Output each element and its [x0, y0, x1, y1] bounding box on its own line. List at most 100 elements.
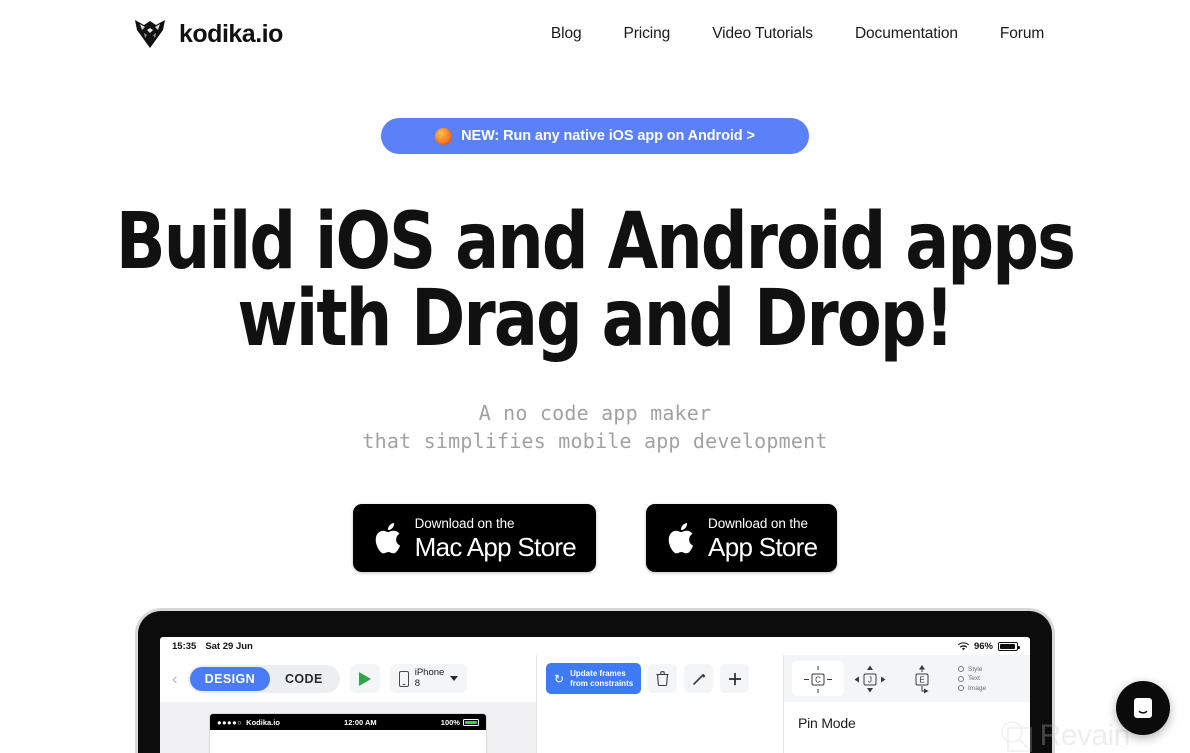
- status-battery-percent: 96%: [973, 640, 993, 652]
- tab-code[interactable]: CODE: [270, 667, 338, 691]
- ipad-device-mockup: 15:35 Sat 29 Jun 96% ‹ DESIGN CODE iPhon…: [135, 608, 1055, 753]
- announcement-banner[interactable]: NEW: Run any native iOS app on Android >: [381, 118, 809, 154]
- device-name-line2: 8: [414, 677, 421, 689]
- preview-time: 12:00 AM: [344, 717, 377, 727]
- brand-name: kodika.io: [179, 19, 283, 48]
- tab-design[interactable]: DESIGN: [189, 666, 270, 691]
- plus-icon: [728, 672, 741, 685]
- nav-item-video-tutorials[interactable]: Video Tutorials: [691, 25, 834, 43]
- radio-label-image: Image: [968, 684, 987, 692]
- update-frames-line1: Update frames: [570, 668, 626, 678]
- nav-item-documentation[interactable]: Documentation: [834, 25, 979, 43]
- announcement-banner-wrap: NEW: Run any native iOS app on Android >: [0, 118, 1190, 154]
- radio-icon: [958, 675, 964, 682]
- nav-item-pricing[interactable]: Pricing: [603, 25, 692, 43]
- status-date: Sat 29 Jun: [205, 640, 253, 652]
- ipad-screen: 15:35 Sat 29 Jun 96% ‹ DESIGN CODE iPhon…: [160, 637, 1030, 753]
- subtitle-line-1: A no code app maker: [478, 400, 712, 425]
- chevron-left-icon[interactable]: ‹: [172, 670, 178, 687]
- editor-left-column: ‹ DESIGN CODE iPhone 8 ●●●●○ Kodika.io 1…: [160, 655, 537, 753]
- constraint-center-button[interactable]: C: [792, 661, 844, 696]
- editor-right-column: C J E Style Text Image Pin Mode: [784, 655, 1030, 753]
- center-constraint-icon: C: [804, 665, 832, 693]
- editor-toolbar: ‹ DESIGN CODE iPhone 8: [160, 655, 536, 702]
- wifi-icon: [957, 641, 969, 650]
- app-store-button[interactable]: Download on the App Store: [646, 504, 838, 573]
- mac-app-store-button[interactable]: Download on the Mac App Store: [352, 504, 597, 573]
- device-selector-label: iPhone 8: [415, 668, 445, 689]
- ios-status-bar: 15:35 Sat 29 Jun 96%: [160, 637, 1030, 655]
- design-canvas[interactable]: ●●●●○ Kodika.io 12:00 AM 100%: [160, 702, 536, 753]
- radio-option-style[interactable]: Style: [958, 666, 986, 673]
- radio-option-text[interactable]: Text: [958, 675, 986, 682]
- signal-dots-icon: ●●●●○: [217, 717, 243, 727]
- subtitle-line-2: that simplifies mobile app development: [362, 429, 828, 454]
- radio-option-image[interactable]: Image: [958, 685, 986, 692]
- package-emoji-icon: [435, 127, 453, 145]
- constraints-toolbar: ↻ Update frames from constraints: [537, 655, 783, 702]
- app-store-text: Download on the App Store: [708, 515, 818, 563]
- status-right-group: 96%: [957, 640, 1020, 652]
- pin-mode-heading: Pin Mode: [798, 715, 856, 731]
- design-code-segmented-control: DESIGN CODE: [187, 664, 340, 693]
- update-frames-button[interactable]: ↻ Update frames from constraints: [546, 663, 642, 694]
- hero-section: Build iOS and Android apps with Drag and…: [0, 203, 1190, 456]
- add-button[interactable]: [720, 664, 750, 693]
- brand-logo-link[interactable]: kodika.io: [133, 17, 283, 51]
- battery-icon: [998, 641, 1020, 651]
- status-time: 15:35: [172, 640, 197, 652]
- magic-wand-button[interactable]: [684, 664, 714, 693]
- apple-logo-icon: [375, 522, 400, 554]
- svg-text:J: J: [868, 675, 872, 684]
- update-frames-label: Update frames from constraints: [570, 669, 633, 689]
- preview-status-bar: ●●●●○ Kodika.io 12:00 AM 100%: [210, 714, 486, 730]
- editor-body: ‹ DESIGN CODE iPhone 8 ●●●●○ Kodika.io 1…: [160, 655, 1030, 753]
- chevron-down-icon: [450, 676, 459, 681]
- page-title: Build iOS and Android apps with Drag and…: [42, 203, 1149, 364]
- justify-constraint-icon: J: [854, 665, 886, 692]
- store-buttons: Download on the Mac App Store Download o…: [0, 504, 1190, 573]
- nav-item-blog[interactable]: Blog: [530, 25, 603, 43]
- edges-constraint-icon: E: [915, 664, 929, 693]
- trash-icon: [656, 671, 669, 686]
- mac-store-small-label: Download on the: [414, 515, 515, 531]
- constraint-justify-button[interactable]: J: [844, 661, 896, 696]
- nav-item-forum[interactable]: Forum: [979, 25, 1065, 43]
- mac-app-store-text: Download on the Mac App Store: [414, 515, 577, 563]
- mac-store-big-label: Mac App Store: [414, 532, 577, 563]
- radio-label-text: Text: [968, 675, 980, 682]
- headline-line-2: with Drag and Drop!: [237, 273, 954, 364]
- refresh-icon: ↻: [554, 671, 565, 686]
- announcement-banner-label: NEW: Run any native iOS app on Android >: [461, 128, 755, 144]
- editor-middle-column: ↻ Update frames from constraints: [537, 655, 784, 753]
- update-frames-line2: from constraints: [570, 678, 634, 688]
- preview-battery-percent: 100%: [440, 717, 460, 727]
- radio-icon: [958, 666, 964, 672]
- run-preview-button[interactable]: [349, 664, 380, 693]
- app-store-big-label: App Store: [708, 532, 818, 563]
- constraint-edges-button[interactable]: E: [896, 661, 948, 696]
- svg-text:E: E: [919, 675, 924, 684]
- phone-icon: [398, 670, 409, 687]
- chat-launcher-button[interactable]: [1116, 681, 1170, 735]
- radio-icon: [958, 685, 964, 691]
- app-store-small-label: Download on the: [708, 515, 808, 531]
- play-icon: [358, 671, 371, 686]
- fox-head-logo-icon: [135, 20, 165, 48]
- delete-button[interactable]: [648, 664, 678, 693]
- magic-wand-icon: [692, 673, 705, 685]
- intercom-chat-icon: [1134, 698, 1152, 718]
- device-selector[interactable]: iPhone 8: [389, 664, 468, 693]
- preview-carrier: Kodika.io: [246, 717, 280, 727]
- attribute-radio-group: Style Text Image: [958, 666, 986, 692]
- preview-battery-icon: [462, 718, 479, 726]
- phone-preview-frame: ●●●●○ Kodika.io 12:00 AM 100%: [210, 714, 486, 753]
- main-navigation: Blog Pricing Video Tutorials Documentati…: [530, 25, 1065, 43]
- site-header: kodika.io Blog Pricing Video Tutorials D…: [0, 0, 1190, 68]
- radio-label-style: Style: [968, 665, 983, 673]
- constraint-mode-bar: C J E Style Text Image: [784, 655, 1030, 702]
- apple-logo-icon: [668, 522, 694, 554]
- hero-subtitle: A no code app maker that simplifies mobi…: [0, 399, 1190, 456]
- preview-status-right: 100%: [441, 718, 479, 727]
- svg-text:C: C: [815, 675, 821, 684]
